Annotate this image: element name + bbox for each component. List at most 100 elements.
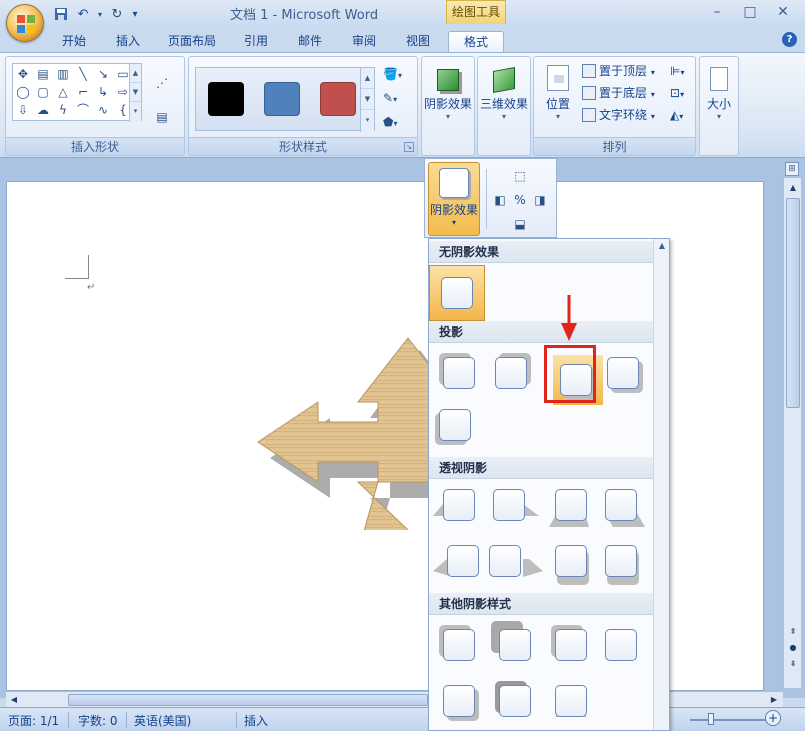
help-icon[interactable]: ? xyxy=(782,32,797,47)
word-count[interactable]: 字数: 0 xyxy=(78,712,118,729)
more-icon[interactable]: ▾ xyxy=(130,102,141,121)
perspective-shadow-option-4[interactable] xyxy=(605,489,645,527)
horizontal-scroll-thumb[interactable] xyxy=(68,694,428,706)
line-shape-icon[interactable]: ╲ xyxy=(75,66,91,82)
textbox-shape-icon[interactable]: ▤ xyxy=(35,66,51,82)
no-shadow-option[interactable] xyxy=(429,265,485,321)
move-cross-shape-icon[interactable]: ✥ xyxy=(15,66,31,82)
text-box-icon[interactable]: ▤ xyxy=(154,109,170,125)
perspective-shadow-option-6[interactable] xyxy=(489,545,543,579)
tab-references[interactable]: 引用 xyxy=(234,31,278,53)
qat-customize-icon[interactable]: ▾ xyxy=(130,5,140,23)
other-shadow-option-6[interactable] xyxy=(495,681,533,719)
callout-shape-icon[interactable]: ☁ xyxy=(35,102,51,118)
insert-mode-indicator[interactable]: 插入 xyxy=(244,712,268,729)
style-swatch-blue[interactable] xyxy=(264,82,300,116)
shadow-toggle-icon[interactable]: ⬚ xyxy=(511,167,529,185)
drop-shadow-option-1[interactable] xyxy=(439,353,477,391)
rotate-button[interactable]: ◭▾ xyxy=(670,105,683,125)
perspective-shadow-option-2[interactable] xyxy=(493,489,539,523)
scroll-down-icon[interactable]: ▼ xyxy=(361,89,374,110)
shape-fill-button[interactable]: 🪣▾ xyxy=(383,67,413,85)
zoom-slider[interactable] xyxy=(690,719,770,721)
edit-points-icon[interactable]: ⋰ xyxy=(154,75,170,91)
tab-review[interactable]: 审阅 xyxy=(342,31,386,53)
shape-style-gallery[interactable]: ▲ ▼ ▾ xyxy=(195,67,375,132)
tab-format[interactable]: 格式 xyxy=(448,31,504,53)
scroll-up-icon[interactable]: ▲ xyxy=(784,180,802,196)
select-browse-icon[interactable]: ● xyxy=(784,640,802,656)
scroll-up-icon[interactable]: ▲ xyxy=(130,64,141,83)
zoom-in-icon[interactable]: + xyxy=(765,710,781,726)
nudge-right-icon[interactable]: ◨ xyxy=(531,191,549,209)
down-arrow-shape-icon[interactable]: ⇩ xyxy=(15,102,31,118)
perspective-shadow-option-8[interactable] xyxy=(605,545,639,585)
triangle-shape-icon[interactable]: △ xyxy=(55,84,71,100)
shadow-on-off-icon[interactable]: % xyxy=(511,191,529,209)
prev-page-icon[interactable]: ⇞ xyxy=(784,624,802,640)
tab-insert[interactable]: 插入 xyxy=(106,31,150,53)
vertical-textbox-shape-icon[interactable]: ▥ xyxy=(55,66,71,82)
drop-shadow-option-4[interactable] xyxy=(607,357,643,393)
style-swatch-black[interactable] xyxy=(208,82,244,116)
drop-shadow-option-5[interactable] xyxy=(435,409,473,445)
elbow-arrow-shape-icon[interactable]: ↳ xyxy=(95,84,111,100)
curve-shape-icon[interactable]: ⌒ xyxy=(75,102,91,118)
oval-shape-icon[interactable]: ◯ xyxy=(15,84,31,100)
next-page-icon[interactable]: ⇟ xyxy=(784,656,802,672)
zoom-thumb[interactable] xyxy=(708,713,714,725)
other-shadow-option-4[interactable] xyxy=(605,629,639,663)
undo-icon[interactable]: ↶ xyxy=(74,5,92,23)
drop-shadow-option-2[interactable] xyxy=(495,353,531,391)
tab-view[interactable]: 视图 xyxy=(396,31,440,53)
send-to-back-button[interactable]: 置于底层 ▾ xyxy=(582,83,655,103)
maximize-button[interactable]: □ xyxy=(737,2,763,22)
redo-icon[interactable]: ↻ xyxy=(108,5,126,23)
bring-to-front-button[interactable]: 置于顶层 ▾ xyxy=(582,61,655,81)
tab-home[interactable]: 开始 xyxy=(52,31,96,53)
undo-dropdown-icon[interactable]: ▾ xyxy=(96,5,104,23)
style-gallery-scroll[interactable]: ▲ ▼ ▾ xyxy=(360,68,374,132)
text-wrap-button[interactable]: 文字环绕 ▾ xyxy=(582,105,655,125)
group-button[interactable]: ⊡▾ xyxy=(670,83,684,103)
scroll-down-icon[interactable]: ▼ xyxy=(130,83,141,102)
threed-effects-button[interactable]: 三维效果 ▾ xyxy=(479,61,529,137)
vertical-scrollbar[interactable]: ▲ ⇞ ● ⇟ xyxy=(783,178,801,688)
other-shadow-option-7[interactable] xyxy=(555,685,589,719)
more-icon[interactable]: ▾ xyxy=(361,110,374,131)
align-button[interactable]: ⊫▾ xyxy=(670,61,684,81)
dropdown-scrollbar[interactable]: ▲ xyxy=(653,239,669,730)
other-shadow-option-1[interactable] xyxy=(439,625,477,663)
tab-mailings[interactable]: 邮件 xyxy=(288,31,332,53)
scroll-up-icon[interactable]: ▲ xyxy=(654,241,669,255)
rounded-rect-shape-icon[interactable]: ▢ xyxy=(35,84,51,100)
save-icon[interactable] xyxy=(52,5,70,23)
nudge-left-icon[interactable]: ◧ xyxy=(491,191,509,209)
perspective-shadow-option-1[interactable] xyxy=(433,489,477,523)
dialog-launcher-icon[interactable]: ↘ xyxy=(404,142,414,152)
freeform-shape-icon[interactable]: ∿ xyxy=(95,102,111,118)
minimize-button[interactable]: – xyxy=(704,2,730,22)
lightning-shape-icon[interactable]: ϟ xyxy=(55,102,71,118)
perspective-shadow-option-5[interactable] xyxy=(433,545,481,579)
shapes-gallery-scroll[interactable]: ▲ ▼ ▾ xyxy=(129,64,141,122)
close-button[interactable]: ✕ xyxy=(770,2,796,22)
style-swatch-red[interactable] xyxy=(320,82,356,116)
position-button[interactable]: 位置 ▾ xyxy=(536,61,580,137)
change-shape-button[interactable]: ⬟▾ xyxy=(383,115,413,133)
scroll-left-icon[interactable]: ◀ xyxy=(6,692,22,708)
vertical-scroll-thumb[interactable] xyxy=(786,198,800,408)
language-indicator[interactable]: 英语(美国) xyxy=(134,712,191,729)
nudge-down-icon[interactable]: ⬓ xyxy=(511,215,529,233)
size-button[interactable]: 大小 ▾ xyxy=(700,61,738,137)
office-button[interactable] xyxy=(6,4,44,42)
shadow-effects-ribbon-button[interactable]: 阴影效果 ▾ xyxy=(423,61,473,137)
shapes-gallery[interactable]: ✥ ▤ ▥ ╲ ↘ ▭ ◯ ▢ △ ⌐ ↳ ⇨ ⇩ ☁ ϟ ⌒ ∿ { ▲ ▼ ▾ xyxy=(12,63,142,122)
scroll-up-icon[interactable]: ▲ xyxy=(361,68,374,89)
scroll-right-icon[interactable]: ▶ xyxy=(766,692,782,708)
arrow-line-shape-icon[interactable]: ↘ xyxy=(95,66,111,82)
shadow-effects-button[interactable]: 阴影效果 ▾ xyxy=(428,162,480,236)
shape-outline-button[interactable]: ✎▾ xyxy=(383,91,413,109)
page-count[interactable]: 页面: 1/1 xyxy=(8,712,59,729)
perspective-shadow-option-7[interactable] xyxy=(555,545,589,585)
